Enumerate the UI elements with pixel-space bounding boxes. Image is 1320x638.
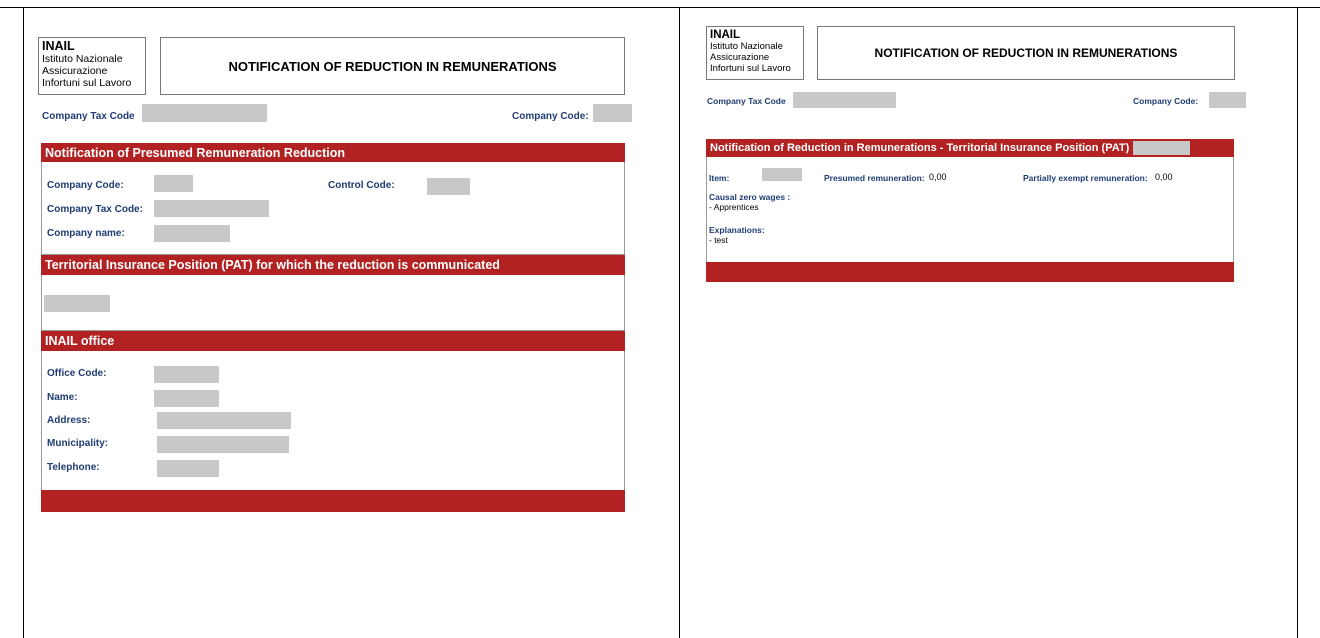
section1-company-tax-code-label: Company Tax Code: [47,204,143,215]
document-title: NOTIFICATION OF REDUCTION IN REMUNERATIO… [160,37,625,95]
redacted-company-code [593,104,632,122]
frame-top-line [0,7,1320,8]
logo-line-3-right: Infortuni sul Lavoro [710,63,791,74]
redacted-address [157,412,291,429]
redacted-company-name [154,225,230,242]
company-name-label: Company name: [47,228,125,239]
explanations-value: - test [709,235,728,245]
logo-line-1-right: Istituto Nazionale [710,41,783,52]
frame-left-line [23,7,24,638]
control-code-label: Control Code: [328,180,395,191]
section-heading-presumed-reduction: Notification of Presumed Remuneration Re… [41,143,625,162]
frame-right-line [1297,7,1298,638]
section-reduction-pat [706,139,1234,282]
item-label: Item: [709,173,730,183]
explanations-label: Explanations: [709,225,765,235]
redacted-pat [44,295,110,312]
redacted-section1-company-code [154,175,193,192]
redacted-item [762,168,802,181]
presumed-remuneration-value: 0,00 [929,172,947,182]
partially-exempt-remuneration-label: Partially exempt remuneration: [1023,173,1148,183]
logo-line-2-right: Assicurazione [710,52,770,63]
section-heading-reduction-pat-text: Notification of Reduction in Remuneratio… [710,142,1130,154]
document-title-right: NOTIFICATION OF REDUCTION IN REMUNERATIO… [817,26,1235,80]
address-label: Address: [47,415,91,426]
presumed-remuneration-label: Presumed remuneration: [824,173,925,183]
logo-line-2: Assicurazione [42,65,108,77]
logo-line-1: Istituto Nazionale [42,53,123,65]
section1-company-code-label: Company Code: [47,180,124,191]
logo-line-3: Infortuni sul Lavoro [42,77,132,89]
company-tax-code-label-right: Company Tax Code [707,96,786,106]
redacted-telephone [157,460,219,477]
municipality-label: Municipality: [47,438,109,449]
redacted-municipality [157,436,289,453]
causal-zero-wages-value: - Apprentices [709,202,759,212]
redacted-office-code [154,366,219,383]
partially-exempt-remuneration-value: 0,00 [1155,172,1173,182]
section-inail-office [41,331,625,512]
redacted-pat-right [1133,141,1190,155]
redacted-company-code-right [1209,92,1246,108]
redacted-company-tax-code-right [793,92,896,108]
company-tax-code-label: Company Tax Code [42,111,135,122]
causal-zero-wages-label: Causal zero wages : [709,192,791,202]
footer-bar-right [706,262,1234,282]
company-code-label: Company Code: [512,111,589,122]
inail-logo-box-right: INAIL Istituto Nazionale Assicurazione I… [706,26,804,80]
section-heading-pat: Territorial Insurance Position (PAT) for… [41,255,625,275]
inail-logo-box: INAIL Istituto Nazionale Assicurazione I… [38,37,146,95]
company-code-label-right: Company Code: [1133,96,1199,106]
redacted-company-tax-code [142,104,267,122]
logo-brand-right: INAIL [710,29,741,41]
logo-brand: INAIL [42,39,75,53]
office-name-label: Name: [47,392,78,403]
footer-bar-left [41,490,625,512]
redacted-office-name [154,390,219,407]
telephone-label: Telephone: [47,462,100,473]
section-heading-inail-office: INAIL office [41,331,625,351]
office-code-label: Office Code: [47,368,107,379]
redacted-control-code [427,178,470,195]
frame-divider-line [679,7,680,638]
redacted-section1-tax-code [154,200,269,217]
